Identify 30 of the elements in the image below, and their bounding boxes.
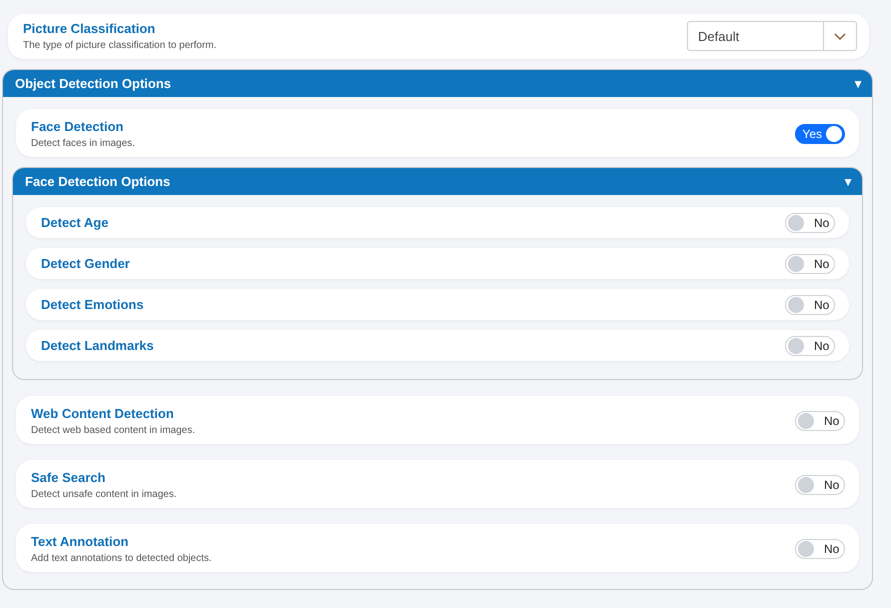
collapse-icon[interactable]: ▼ <box>852 76 864 90</box>
setting-description: Detect unsafe content in images. <box>31 489 177 500</box>
section-header[interactable]: Face Detection Options ▼ <box>13 168 862 195</box>
setting-description: Detect faces in images. <box>31 138 135 149</box>
toggle-switch[interactable]: No <box>795 475 845 495</box>
setting-title: Detect Emotions <box>41 297 144 312</box>
section-header[interactable]: Object Detection Options ▼ <box>3 70 872 97</box>
toggle-switch[interactable]: Yes <box>795 124 845 144</box>
toggle-switch[interactable]: No <box>785 212 835 232</box>
toggle-switch[interactable]: No <box>785 254 835 274</box>
setting-title: Detect Age <box>41 215 108 230</box>
setting-title: Detect Landmarks <box>41 338 154 353</box>
toggle-switch[interactable]: No <box>785 294 835 314</box>
setting-description: The type of picture classification to perform. <box>23 40 216 51</box>
toggle-switch[interactable]: No <box>795 539 845 559</box>
toggle-switch[interactable]: No <box>795 411 845 431</box>
setting-title: Web Content Detection <box>31 406 175 421</box>
collapse-icon[interactable]: ▼ <box>842 174 854 188</box>
setting-title: Picture Classification <box>23 21 156 36</box>
setting-title: Detect Gender <box>41 256 130 271</box>
section-title: Object Detection Options <box>15 76 172 91</box>
chevron-down-icon <box>834 32 846 40</box>
setting-title: Safe Search <box>31 470 106 485</box>
setting-title: Text Annotation <box>31 534 130 549</box>
toggle-switch[interactable]: No <box>785 336 835 356</box>
setting-description: Add text annotations to detected objects. <box>31 553 212 564</box>
setting-title: Face Detection <box>31 119 124 134</box>
section-title: Face Detection Options <box>25 174 170 189</box>
dropdown[interactable]: Default <box>687 21 857 51</box>
setting-description: Detect web based content in images. <box>31 425 195 436</box>
